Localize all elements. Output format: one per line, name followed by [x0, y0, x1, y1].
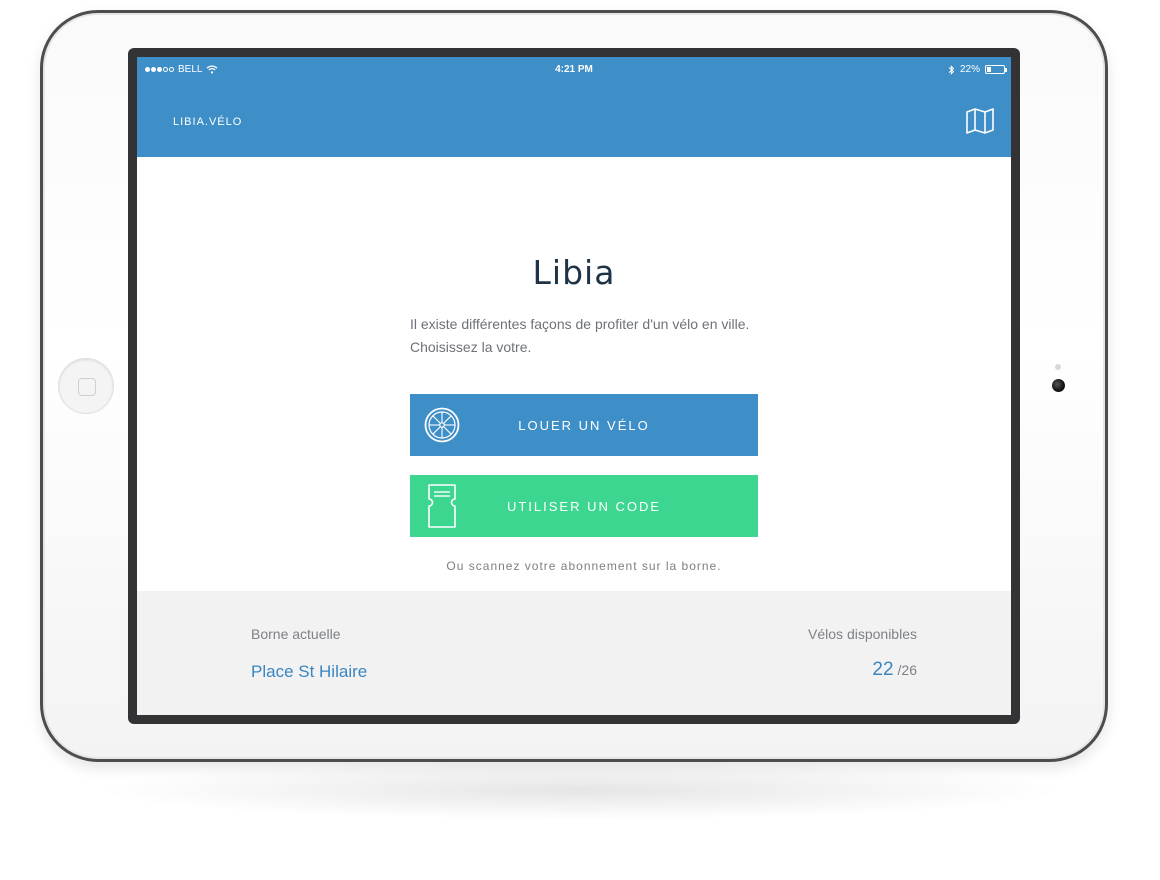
- light-sensor: [1055, 364, 1061, 370]
- rent-bike-label: LOUER UN VÉLO: [518, 417, 650, 433]
- nav-title: LIBIA.VÉLO: [173, 116, 243, 128]
- device-shadow: [90, 760, 1070, 820]
- current-station-name[interactable]: Place St Hilaire: [251, 662, 367, 682]
- current-station-label: Borne actuelle: [251, 626, 341, 642]
- status-time: 4:21 PM: [555, 64, 593, 75]
- status-bar: BELL 4:21 PM 22%: [137, 57, 1011, 83]
- battery-icon: [985, 65, 1007, 74]
- battery-percent: 22%: [959, 64, 980, 75]
- bluetooth-icon: [948, 64, 955, 75]
- scan-note: Ou scannez votre abonnement sur la borne…: [446, 559, 722, 573]
- map-icon: [966, 108, 994, 134]
- map-button[interactable]: [963, 105, 997, 137]
- camera: [1052, 379, 1065, 392]
- available-bikes-count: 22 /26: [872, 659, 917, 681]
- home-button-icon: [78, 378, 96, 396]
- available-bikes-label: Vélos disponibles: [808, 626, 917, 642]
- app-screen: BELL 4:21 PM 22% LIBIA.VÉLO Libia Il exi…: [137, 57, 1011, 715]
- available-bikes-total: /26: [897, 662, 917, 678]
- app-title: Libia: [532, 253, 616, 292]
- home-button[interactable]: [58, 358, 114, 414]
- ticket-icon: [424, 484, 460, 528]
- bike-wheel-icon: [424, 407, 460, 443]
- intro-text: Il existe différentes façons de profiter…: [410, 316, 750, 355]
- station-footer: Borne actuelle Place St Hilaire Vélos di…: [137, 591, 1011, 715]
- nav-bar: LIBIA.VÉLO: [137, 83, 1011, 157]
- available-bikes-current: 22: [872, 659, 894, 680]
- rent-bike-button[interactable]: LOUER UN VÉLO: [410, 394, 758, 456]
- use-code-button[interactable]: UTILISER UN CODE: [410, 475, 758, 537]
- status-right: 22%: [948, 64, 1007, 75]
- battery-level: [987, 67, 991, 72]
- use-code-label: UTILISER UN CODE: [506, 498, 662, 514]
